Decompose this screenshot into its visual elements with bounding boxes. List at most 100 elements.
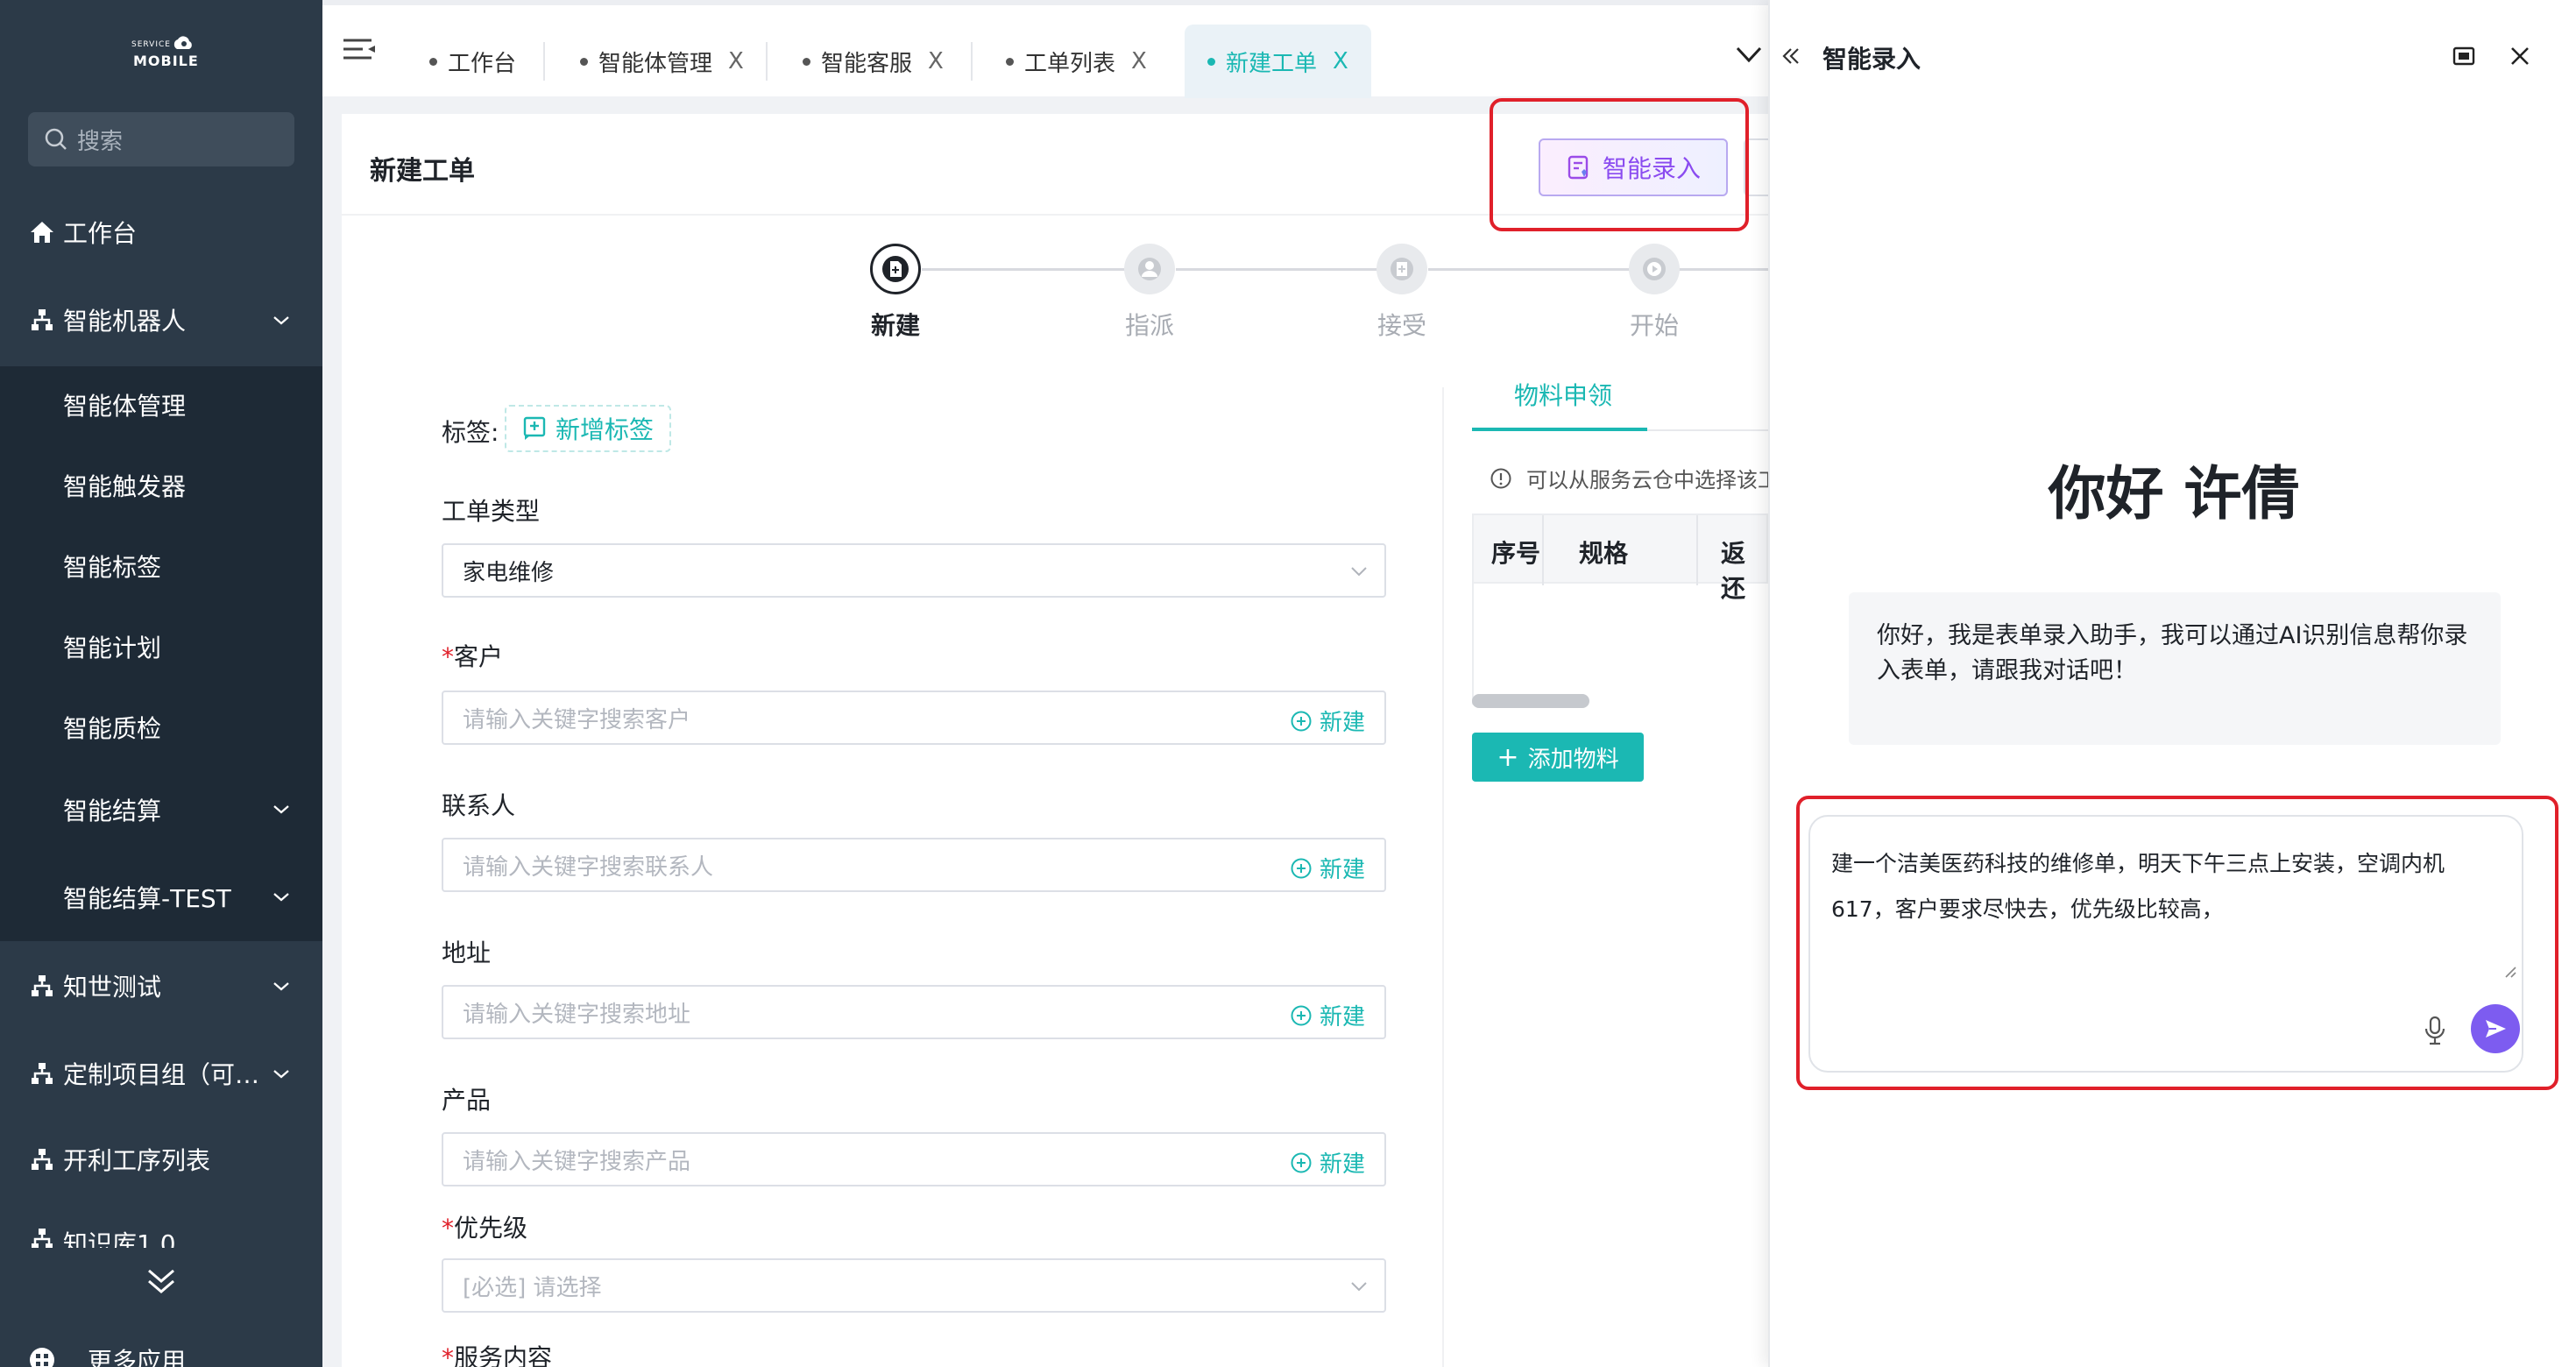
- home-icon: [28, 218, 56, 246]
- sidebar-item-more-apps[interactable]: 更多应用: [0, 1342, 322, 1367]
- product-search-input[interactable]: 请输入关键字搜索产品 新建: [442, 1132, 1386, 1186]
- cloud-gear-icon: [173, 36, 192, 49]
- new-product-button[interactable]: 新建: [1290, 1146, 1365, 1179]
- tab-label: 工单列表: [1024, 50, 1116, 77]
- sidebar-subitem-smart-trigger[interactable]: 智能触发器: [0, 468, 322, 503]
- priority-select[interactable]: [必选] 请选择: [442, 1258, 1386, 1313]
- chevron-down-icon: [273, 805, 289, 814]
- product-placeholder: 请输入关键字搜索产品: [463, 1148, 691, 1175]
- sidebar-item-zhishi-test[interactable]: 知世测试: [0, 967, 322, 1004]
- new-order-page: 新建工单 智能录入 新建 指派 接受 开始 标签: 新增标签 工单类型 家电维修…: [342, 114, 1779, 1367]
- add-material-button[interactable]: + 添加物料: [1472, 733, 1644, 782]
- new-label: 新建: [1319, 710, 1365, 736]
- add-tag-label: 新增标签: [556, 415, 655, 444]
- sidebar-subitem-smart-settlement[interactable]: 智能结算: [0, 792, 322, 827]
- sidebar-subitem-smart-settlement-test[interactable]: 智能结算-TEST: [0, 880, 322, 915]
- org-chart-icon: [28, 1145, 56, 1173]
- customer-label-text: 客户: [454, 642, 504, 671]
- new-label: 新建: [1319, 1151, 1365, 1178]
- sidebar-item-knowledge-base[interactable]: 知识库1.0: [0, 1225, 322, 1248]
- sidebar-subitem-smart-qc[interactable]: 智能质检: [0, 710, 322, 745]
- chevron-down-icon[interactable]: [1735, 44, 1763, 65]
- order-type-select[interactable]: 家电维修: [442, 543, 1386, 598]
- tab-label: 新建工单: [1226, 50, 1318, 77]
- column-header-index: 序号: [1491, 539, 1541, 568]
- org-chart-icon: [28, 972, 56, 1000]
- contact-placeholder: 请输入关键字搜索联系人: [463, 853, 714, 881]
- required-mark: *: [442, 1214, 454, 1243]
- chevron-down-icon: [1351, 1282, 1367, 1292]
- tab-close-icon[interactable]: X: [1333, 48, 1348, 74]
- tab-dot: [1006, 57, 1014, 66]
- greeting: 你好 许倩: [2048, 460, 2300, 528]
- tab-workbench[interactable]: 工作台: [429, 25, 516, 98]
- org-chart-icon: [28, 1059, 56, 1087]
- tab-new-order[interactable]: 新建工单 X: [1185, 25, 1371, 98]
- material-hint: 可以从服务云仓中选择该工: [1490, 463, 1779, 493]
- close-icon[interactable]: [2508, 44, 2532, 68]
- step-new-icon: [870, 244, 921, 294]
- tab-label: 智能客服: [821, 50, 913, 77]
- app-logo[interactable]: SERVICE MOBILE: [123, 33, 203, 72]
- new-customer-button[interactable]: 新建: [1290, 705, 1365, 737]
- sidebar-item-label: 开利工序列表: [63, 1146, 211, 1175]
- contact-search-input[interactable]: 请输入关键字搜索联系人 新建: [442, 838, 1386, 892]
- contact-label: 联系人: [442, 791, 516, 820]
- product-label: 产品: [442, 1086, 492, 1115]
- tab-close-icon[interactable]: X: [1131, 48, 1147, 74]
- tab-material-request[interactable]: 物料申领: [1514, 377, 1612, 412]
- logo-big-text: MOBILE: [133, 53, 199, 69]
- column-separator: [1696, 515, 1698, 585]
- sidebar-item-label: 知世测试: [63, 973, 162, 1002]
- accept-doc-icon: [1376, 244, 1427, 294]
- priority-placeholder: [必选] 请选择: [463, 1274, 602, 1301]
- sidebar-item-custom-project[interactable]: 定制项目组（可…: [0, 1055, 322, 1092]
- plus-circle-icon: [1291, 858, 1312, 878]
- highlight-chat-input: [1796, 796, 2558, 1090]
- step-assign: 指派: [1062, 244, 1237, 342]
- sidebar-item-label: 知识库1.0: [63, 1229, 176, 1248]
- chevron-down-icon: [273, 982, 289, 991]
- sidebar-subitem-label: 智能结算: [63, 797, 162, 825]
- sidebar-subitem-agent-management[interactable]: 智能体管理: [0, 387, 322, 422]
- required-mark: *: [442, 642, 454, 671]
- material-hint-text: 可以从服务云仓中选择该工: [1526, 468, 1779, 492]
- maximize-icon[interactable]: [2452, 44, 2476, 68]
- apps-icon: [28, 1346, 56, 1367]
- sidebar-subitem-smart-plan[interactable]: 智能计划: [0, 629, 322, 664]
- order-type-value: 家电维修: [463, 559, 555, 586]
- double-chevron-left-icon[interactable]: [1780, 46, 1801, 67]
- new-contact-button[interactable]: 新建: [1290, 852, 1365, 884]
- chevron-down-icon: [1351, 567, 1367, 577]
- tab-bar: 工作台 智能体管理 X 智能客服 X 工单列表 X 新建工单 X: [322, 0, 1768, 98]
- address-search-input[interactable]: 请输入关键字搜索地址 新建: [442, 985, 1386, 1039]
- priority-label-text: 优先级: [454, 1214, 528, 1243]
- tab-smart-service[interactable]: 智能客服 X: [803, 25, 944, 98]
- add-material-label: 添加物料: [1527, 746, 1619, 773]
- menu-fold-icon[interactable]: [342, 37, 377, 65]
- sidebar-subitem-label: 智能体管理: [63, 392, 187, 421]
- tab-close-icon[interactable]: X: [728, 48, 744, 74]
- new-address-button[interactable]: 新建: [1290, 999, 1365, 1031]
- service-content-label: *服务内容: [442, 1339, 552, 1367]
- sidebar-item-carrier-process[interactable]: 开利工序列表: [0, 1141, 322, 1178]
- sidebar: SERVICE MOBILE 搜索 工作台 智能机器人 智能体管理 智能触发器 …: [0, 0, 322, 1367]
- material-table-body: [1472, 584, 1768, 705]
- sidebar-item-smart-robot[interactable]: 智能机器人: [0, 301, 322, 338]
- horizontal-scrollbar[interactable]: [1472, 694, 1589, 708]
- step-start: 开始: [1567, 244, 1742, 342]
- tab-order-list[interactable]: 工单列表 X: [1006, 25, 1147, 98]
- customer-search-input[interactable]: 请输入关键字搜索客户 新建: [442, 691, 1386, 745]
- tab-agent-management[interactable]: 智能体管理 X: [580, 25, 744, 98]
- sidebar-item-workbench[interactable]: 工作台: [0, 214, 322, 251]
- new-label: 新建: [1319, 857, 1365, 883]
- tab-dot: [1207, 57, 1215, 66]
- sidebar-search[interactable]: 搜索: [28, 112, 294, 166]
- tab-close-icon[interactable]: X: [928, 48, 944, 74]
- expand-more-icon[interactable]: [144, 1265, 179, 1297]
- column-divider: [1442, 387, 1444, 1367]
- sidebar-subitem-smart-tag[interactable]: 智能标签: [0, 549, 322, 584]
- sidebar-subitem-label: 智能标签: [63, 553, 162, 582]
- add-tag-button[interactable]: 新增标签: [505, 405, 672, 452]
- info-circle-icon: [1490, 468, 1511, 488]
